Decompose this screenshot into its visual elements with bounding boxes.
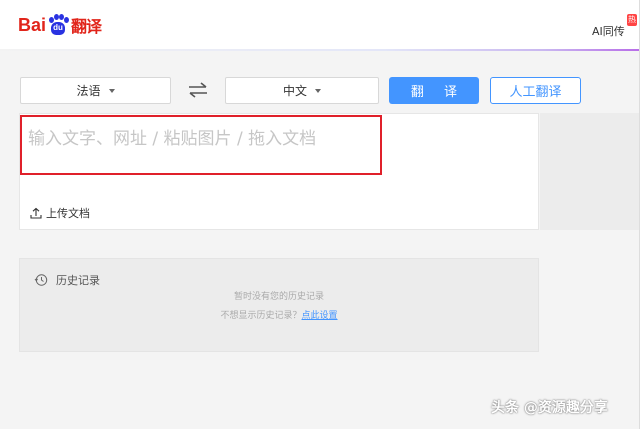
history-hint: 不想显示历史记录？点此设置 bbox=[20, 308, 538, 321]
history-panel: 历史记录 暂时没有您的历史记录 不想显示历史记录？点此设置 bbox=[19, 258, 539, 352]
ai-interpretation-link[interactable]: AI同传 bbox=[592, 23, 625, 39]
history-empty-text: 暂时没有您的历史记录 bbox=[233, 292, 324, 302]
red-highlight-box bbox=[20, 115, 382, 175]
human-translate-button[interactable]: 人工翻译 bbox=[490, 77, 581, 104]
chevron-down-icon bbox=[315, 88, 321, 93]
baidu-fanyi-logo[interactable]: Bai du 翻译 bbox=[18, 13, 102, 37]
history-settings-link[interactable]: 点此设置 bbox=[302, 311, 338, 321]
header-divider bbox=[0, 49, 640, 51]
history-title-label: 历史记录 bbox=[56, 274, 100, 287]
upload-document-button[interactable]: 上传文档 bbox=[30, 205, 90, 221]
history-hint-text: 不想显示历史记录？ bbox=[220, 311, 302, 321]
logo-bai-text: Bai bbox=[18, 14, 47, 35]
paw-icon: du bbox=[47, 14, 70, 36]
target-language-select[interactable]: 中文 bbox=[225, 77, 379, 104]
swap-languages-icon[interactable] bbox=[186, 79, 210, 101]
chevron-down-icon bbox=[108, 88, 115, 93]
hot-badge: 热 bbox=[627, 14, 637, 26]
upload-document-label: 上传文档 bbox=[46, 207, 90, 220]
translate-button[interactable]: 翻 译 bbox=[389, 77, 479, 104]
target-language-label: 中文 bbox=[282, 84, 307, 98]
source-watermark: 头条 @资源趣分享 bbox=[491, 400, 608, 416]
history-title: 历史记录 bbox=[34, 272, 100, 288]
source-language-label: 法语 bbox=[76, 84, 101, 98]
translation-output-panel bbox=[540, 113, 640, 230]
upload-icon bbox=[30, 207, 42, 219]
source-text-input-area[interactable]: 输入文字、网址 / 粘贴图片 / 拖入文档 上传文档 bbox=[19, 113, 539, 230]
logo-fanyi-text: 翻译 bbox=[71, 17, 102, 36]
top-header: Bai du 翻译 AI同传 热 bbox=[0, 0, 640, 51]
logo-du-text: du bbox=[53, 23, 63, 32]
source-language-select[interactable]: 法语 bbox=[20, 77, 171, 104]
clock-history-icon bbox=[34, 274, 48, 286]
